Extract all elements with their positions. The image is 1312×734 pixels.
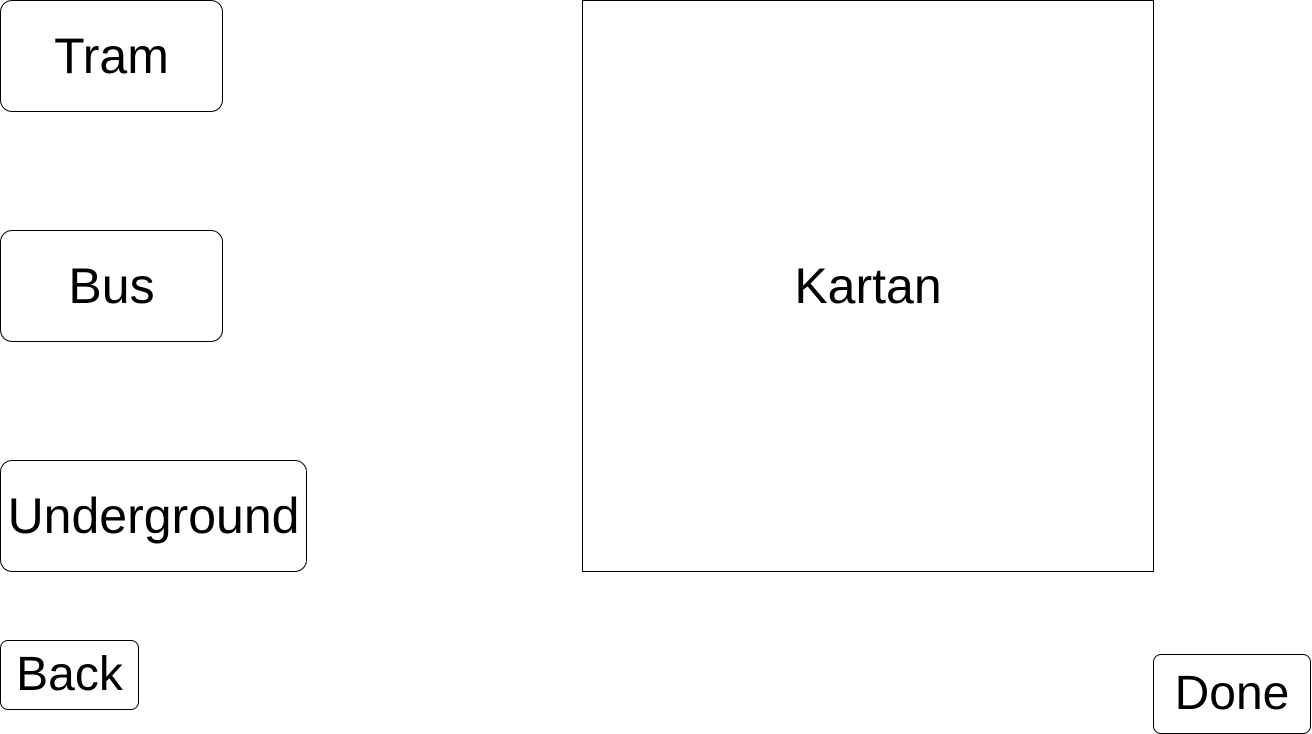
underground-button[interactable]: Underground [0,460,307,572]
map-label: Kartan [794,258,942,314]
done-button[interactable]: Done [1153,654,1311,734]
tram-button-label: Tram [54,28,169,84]
underground-button-label: Underground [7,488,300,544]
bus-button[interactable]: Bus [0,230,223,342]
done-button-label: Done [1174,667,1290,720]
bus-button-label: Bus [68,258,155,314]
map-view[interactable]: Kartan [582,0,1154,572]
back-button[interactable]: Back [0,640,139,710]
tram-button[interactable]: Tram [0,0,223,112]
back-button-label: Back [16,648,123,701]
